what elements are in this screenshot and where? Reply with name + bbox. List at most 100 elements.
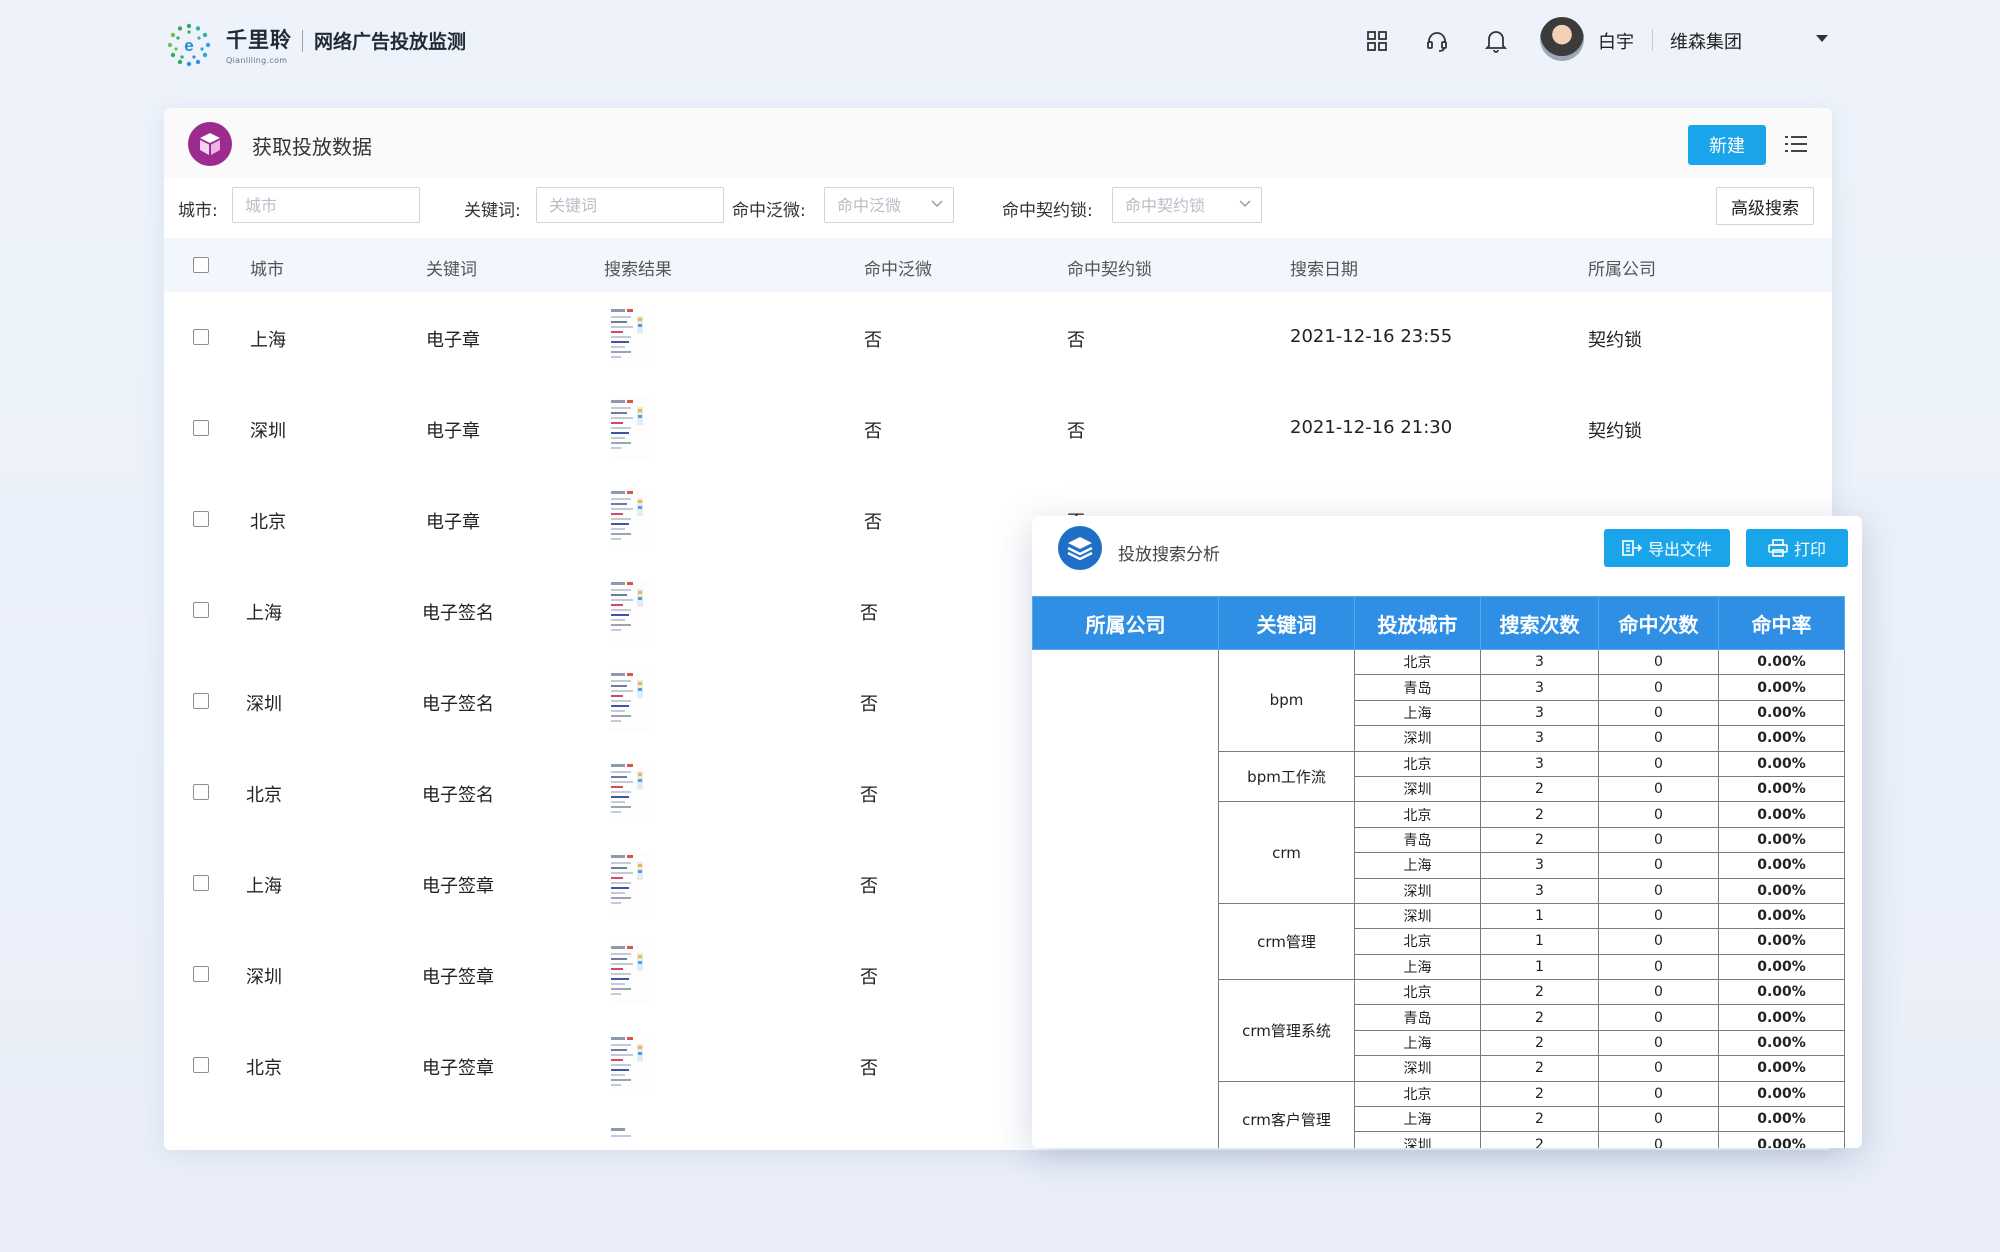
search-result-thumbnail[interactable] [609,397,649,459]
analysis-searches-cell: 3 [1480,674,1599,701]
analysis-city-cell: 上海 [1354,699,1481,727]
analysis-hits-cell: 0 [1598,852,1719,879]
analysis-city-cell: 北京 [1354,750,1481,777]
row-checkbox[interactable] [193,693,209,709]
analysis-searches-cell: 2 [1480,801,1599,828]
search-result-thumbnail[interactable] [609,306,649,368]
row-checkbox[interactable] [193,602,209,618]
layers-icon [1058,526,1102,570]
search-result-thumbnail[interactable] [609,488,649,550]
cell-keyword: 电子签名 [422,785,494,806]
analysis-rate-cell: 0.00% [1718,648,1845,676]
analysis-col-3: 搜索次数 [1480,596,1599,650]
search-result-thumbnail[interactable] [609,1034,649,1096]
org-selector-label[interactable]: 维森集团 [1670,28,1742,54]
search-result-thumbnail[interactable] [609,943,649,1005]
search-result-thumbnail[interactable] [609,1125,649,1150]
export-button[interactable]: 导出文件 [1604,529,1730,567]
col-keyword[interactable]: 关键词 [426,255,477,280]
analysis-hits-cell: 0 [1598,979,1719,1006]
cell-keyword: 电子章 [426,330,480,351]
keyword-filter-input[interactable]: 关键词 [536,187,724,223]
cube-icon [188,122,232,166]
top-bar: e 千里聆 Qianliling.com 网络广告投放监测 白宇 维森集团 [0,0,2000,84]
printer-icon [1768,539,1788,557]
search-result-thumbnail[interactable] [609,579,649,641]
cell-city: 北京 [246,1058,282,1079]
analysis-city-cell: 上海 [1354,953,1481,981]
cell-hit: 否 [860,603,878,624]
analysis-rate-cell: 0.00% [1718,750,1845,777]
analysis-city-cell: 上海 [1354,1106,1481,1133]
avatar[interactable] [1540,17,1584,61]
analysis-searches-cell: 3 [1480,750,1599,777]
col-company[interactable]: 所属公司 [1588,255,1656,280]
row-checkbox[interactable] [193,1057,209,1073]
search-result-thumbnail[interactable] [609,852,649,914]
row-checkbox[interactable] [193,329,209,345]
cell-city: 深圳 [250,421,286,442]
row-checkbox[interactable] [193,420,209,436]
analysis-city-cell: 深圳 [1354,877,1481,904]
analysis-hits-cell: 0 [1598,1080,1719,1108]
col-hit-weaver[interactable]: 命中泛微 [864,255,932,280]
product-name: 网络广告投放监测 [314,31,467,53]
new-button[interactable]: 新建 [1688,125,1766,165]
row-checkbox[interactable] [193,966,209,982]
apps-grid-icon[interactable] [1362,26,1392,56]
hit-filter-select[interactable]: 命中泛微 [824,187,954,223]
analysis-hits-cell: 0 [1598,674,1719,701]
analysis-keyword-cell: crm客户管理 [1218,1080,1355,1148]
col-search-date[interactable]: 搜索日期 [1290,255,1358,280]
lock-filter-label: 命中契约锁: [1002,201,1093,221]
brand-logo-icon[interactable]: e [166,22,212,68]
hit-filter-placeholder: 命中泛微 [837,196,902,215]
analysis-hits-cell: 0 [1598,1106,1719,1133]
row-checkbox[interactable] [193,511,209,527]
cell-city: 上海 [250,330,286,351]
list-menu-icon[interactable] [1784,132,1808,156]
analysis-searches-cell: 3 [1480,648,1599,676]
select-all-checkbox[interactable] [193,257,209,273]
table-row[interactable]: 上海 电子章 否 否 2021-12-16 23:55 契约锁 [164,292,1832,384]
analysis-rate-cell: 0.00% [1718,852,1845,879]
row-checkbox[interactable] [193,875,209,891]
analysis-city-cell: 北京 [1354,801,1481,828]
chevron-down-icon[interactable] [1816,35,1828,42]
analysis-rate-cell: 0.00% [1718,801,1845,828]
col-city[interactable]: 城市 [250,255,284,280]
analysis-body: bpm 北京 3 0 0.00% 青岛 3 0 0.00% 上海 3 0 0.00% 深圳 3 0 0.00% b… [1032,648,1845,1148]
cell-hit: 否 [860,967,878,988]
col-result[interactable]: 搜索结果 [604,255,672,280]
row-checkbox[interactable] [193,784,209,800]
analysis-rate-cell: 0.00% [1718,902,1845,930]
cell-keyword: 电子签名 [422,603,494,624]
analysis-rate-cell: 0.00% [1718,725,1845,752]
analysis-city-cell: 青岛 [1354,826,1481,854]
print-button[interactable]: 打印 [1746,529,1848,567]
headset-icon[interactable] [1422,26,1452,56]
analysis-rate-cell: 0.00% [1718,699,1845,727]
table-row[interactable]: 深圳 电子章 否 否 2021-12-16 21:30 契约锁 [164,383,1832,475]
analysis-rate-cell: 0.00% [1718,1055,1845,1082]
cell-city: 北京 [246,785,282,806]
bell-icon[interactable] [1481,26,1511,56]
analysis-keyword-cell: bpm工作流 [1218,750,1355,803]
analysis-hits-cell: 0 [1598,648,1719,676]
analysis-hits-cell: 0 [1598,750,1719,777]
col-hit-lock[interactable]: 命中契约锁 [1067,255,1152,280]
analysis-city-cell: 深圳 [1354,1055,1481,1082]
search-result-thumbnail[interactable] [609,761,649,823]
user-name[interactable]: 白宇 [1598,28,1634,54]
lock-filter-select[interactable]: 命中契约锁 [1112,187,1262,223]
svg-text:e: e [184,36,193,55]
analysis-searches-cell: 2 [1480,1004,1599,1031]
cell-city: 上海 [246,876,282,897]
analysis-company-cell [1032,649,1219,1148]
search-result-thumbnail[interactable] [609,670,649,732]
cell-lock: 否 [1067,421,1085,442]
analysis-city-cell: 深圳 [1354,725,1481,752]
advanced-search-button[interactable]: 高级搜索 [1716,187,1814,225]
analysis-searches-cell: 3 [1480,699,1599,727]
city-filter-input[interactable]: 城市 [232,187,420,223]
